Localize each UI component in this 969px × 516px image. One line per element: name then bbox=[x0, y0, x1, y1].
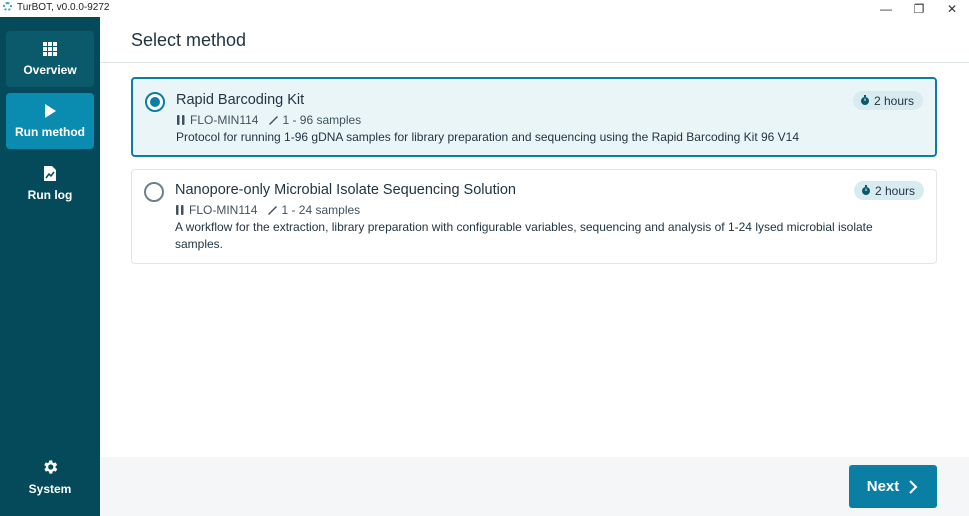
flowcell-text: FLO-MIN114 bbox=[189, 203, 258, 217]
sidebar: Overview Run method Run log System bbox=[0, 17, 100, 516]
sidebar-item-overview[interactable]: Overview bbox=[6, 31, 94, 87]
page-title: Select method bbox=[131, 30, 247, 50]
chevron-right-icon bbox=[909, 479, 918, 494]
method-card-microbial-isolate[interactable]: Nanopore-only Microbial Isolate Sequenci… bbox=[131, 169, 937, 264]
sidebar-item-label: Run log bbox=[27, 187, 73, 202]
pipette-icon bbox=[268, 205, 278, 215]
sidebar-item-label: System bbox=[28, 482, 72, 496]
play-icon bbox=[45, 104, 56, 118]
next-button[interactable]: Next bbox=[849, 465, 937, 508]
title-bar: TurBOT, v0.0.0-9272 — ❐ ✕ bbox=[0, 0, 969, 17]
method-title: Rapid Barcoding Kit bbox=[176, 92, 305, 108]
method-radio-unselected[interactable] bbox=[144, 182, 164, 202]
method-meta: FLO-MIN114 1 - 96 samples bbox=[176, 113, 361, 127]
close-button[interactable]: ✕ bbox=[935, 0, 969, 17]
samples-text: 1 - 24 samples bbox=[281, 203, 361, 217]
footer-bar: Next bbox=[100, 457, 969, 516]
duration-badge: 2 hours bbox=[852, 91, 923, 110]
method-title: Nanopore-only Microbial Isolate Sequenci… bbox=[175, 182, 516, 198]
method-description: Protocol for running 1-96 gDNA samples f… bbox=[176, 130, 800, 144]
stopwatch-icon bbox=[861, 185, 870, 195]
window-title: TurBOT, v0.0.0-9272 bbox=[17, 2, 110, 13]
restore-button[interactable]: ❐ bbox=[902, 0, 936, 17]
document-icon bbox=[44, 165, 56, 181]
method-meta: FLO-MIN114 1 - 24 samples bbox=[175, 203, 360, 217]
flowcell-icon bbox=[177, 114, 185, 125]
page-header: Select method bbox=[100, 17, 969, 63]
app-logo-icon bbox=[3, 2, 12, 11]
sidebar-item-label: Run method bbox=[15, 125, 85, 139]
method-radio-selected[interactable] bbox=[145, 92, 165, 112]
sidebar-item-system[interactable]: System bbox=[6, 449, 94, 505]
duration-badge: 2 hours bbox=[853, 181, 924, 200]
flowcell-icon bbox=[176, 204, 184, 215]
sidebar-item-label: Overview bbox=[23, 63, 77, 77]
minimize-button[interactable]: — bbox=[869, 0, 903, 17]
samples-text: 1 - 96 samples bbox=[282, 113, 362, 127]
next-button-label: Next bbox=[866, 478, 900, 495]
gear-icon bbox=[44, 460, 58, 474]
pipette-icon bbox=[269, 115, 279, 125]
method-card-rapid-barcoding[interactable]: Rapid Barcoding Kit 2 hours FLO-MIN114 1… bbox=[131, 77, 937, 157]
method-description: A workflow for the extraction, library p… bbox=[175, 220, 873, 251]
grid-icon bbox=[43, 42, 57, 56]
flowcell-text: FLO-MIN114 bbox=[190, 113, 259, 127]
sidebar-item-run-log[interactable]: Run log bbox=[6, 155, 94, 211]
sidebar-item-run-method[interactable]: Run method bbox=[6, 93, 94, 149]
stopwatch-icon bbox=[860, 95, 869, 105]
duration-text: 2 hours bbox=[874, 183, 915, 198]
duration-text: 2 hours bbox=[873, 93, 914, 108]
